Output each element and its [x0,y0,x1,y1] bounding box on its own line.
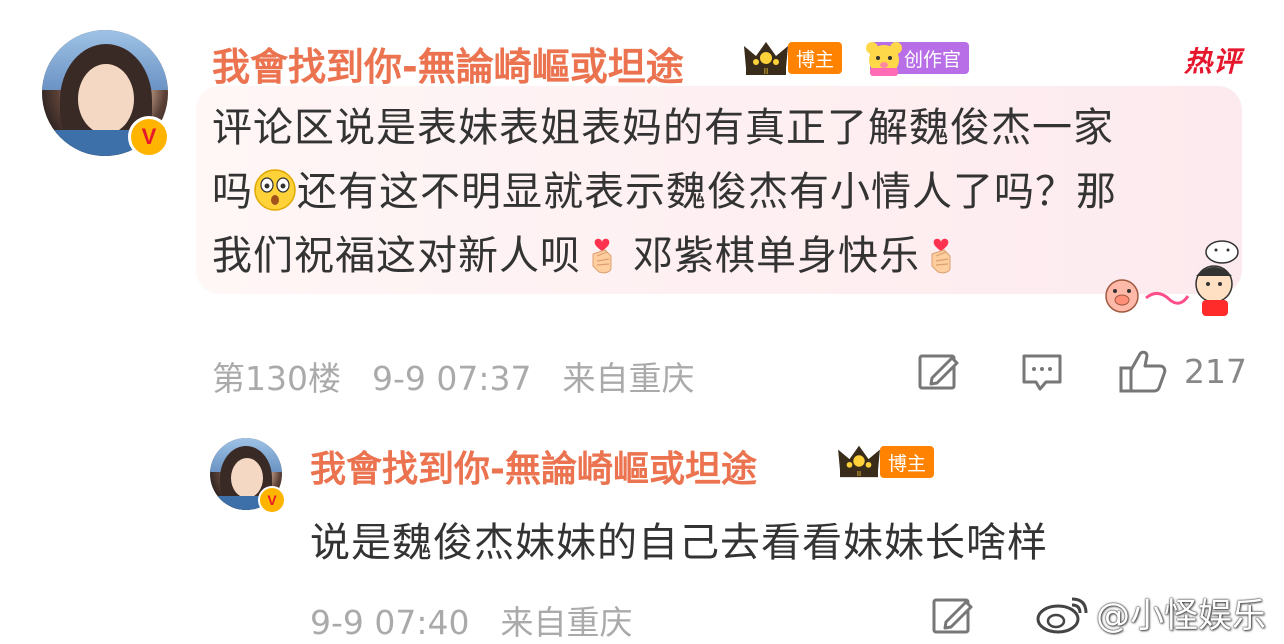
hot-comment-label: 热评 [1183,45,1242,78]
svg-text:II: II [857,469,861,478]
comment-meta: 第130楼 9-9 07:37 来自重庆 [212,352,695,400]
verified-v-badge: V [128,116,170,158]
shocked-face-emoji-icon [254,169,296,211]
comment-line-2: 吗 还有这不明显就表示魏俊杰有小情人了吗？那 [212,169,1117,215]
finger-heart-emoji-icon [931,238,951,274]
reply-verified-v-badge: V [258,486,286,514]
weibo-logo-icon [1036,597,1088,633]
creator-bear-icon [866,42,902,76]
finger-heart-emoji-icon [592,238,612,274]
reply-meta: 9-9 07:40 来自重庆 [310,596,633,644]
reply-time: 9-9 07:40 [310,603,470,642]
reply-location: 来自重庆 [500,603,633,642]
creator-tag: 创作官 [866,42,970,76]
crown-icon: II [744,42,788,76]
cartoon-sticker-icon [1105,240,1239,316]
svg-text:II: II [764,67,768,76]
comment-time: 9-9 07:37 [372,359,532,398]
weibo-comment-page: V 我會找到你-無論崎嶇或坦途 II 博主 创作官 热评 评论区说是表妹表姐表妈… [0,0,1284,644]
comment-location: 来自重庆 [562,359,695,398]
floor-number: 第130楼 [212,359,341,398]
reply-edit-icon[interactable] [930,596,976,636]
like-icon[interactable] [1118,348,1168,394]
edit-icon[interactable] [916,352,962,392]
comment-username[interactable]: 我會找到你-無論崎嶇或坦途 [212,36,684,91]
blogger-tag: 博主 [788,42,843,74]
reply-username[interactable]: 我會找到你-無論崎嶇或坦途 [310,440,757,492]
comment-icon[interactable] [1020,352,1064,394]
reply-crown-icon: II [838,445,880,478]
comment-line-1: 评论区说是表妹表姐表妈的有真正了解魏俊杰一家 [212,105,1114,151]
comment-text: 评论区说是表妹表姐表妈的有真正了解魏俊杰一家 吗 还有这不明显就表示魏俊杰有小情… [212,96,1232,288]
weibo-watermark: @小怪娱乐 [1034,588,1266,637]
reply-text: 说是魏俊杰妹妹的自己去看看妹妹长啥样 [310,520,1048,566]
reply-blogger-tag: 博主 [880,446,935,478]
like-count: 217 [1184,352,1247,391]
comment-line-3: 我们祝福这对新人呗 邓紫棋单身快乐 [212,224,1232,288]
